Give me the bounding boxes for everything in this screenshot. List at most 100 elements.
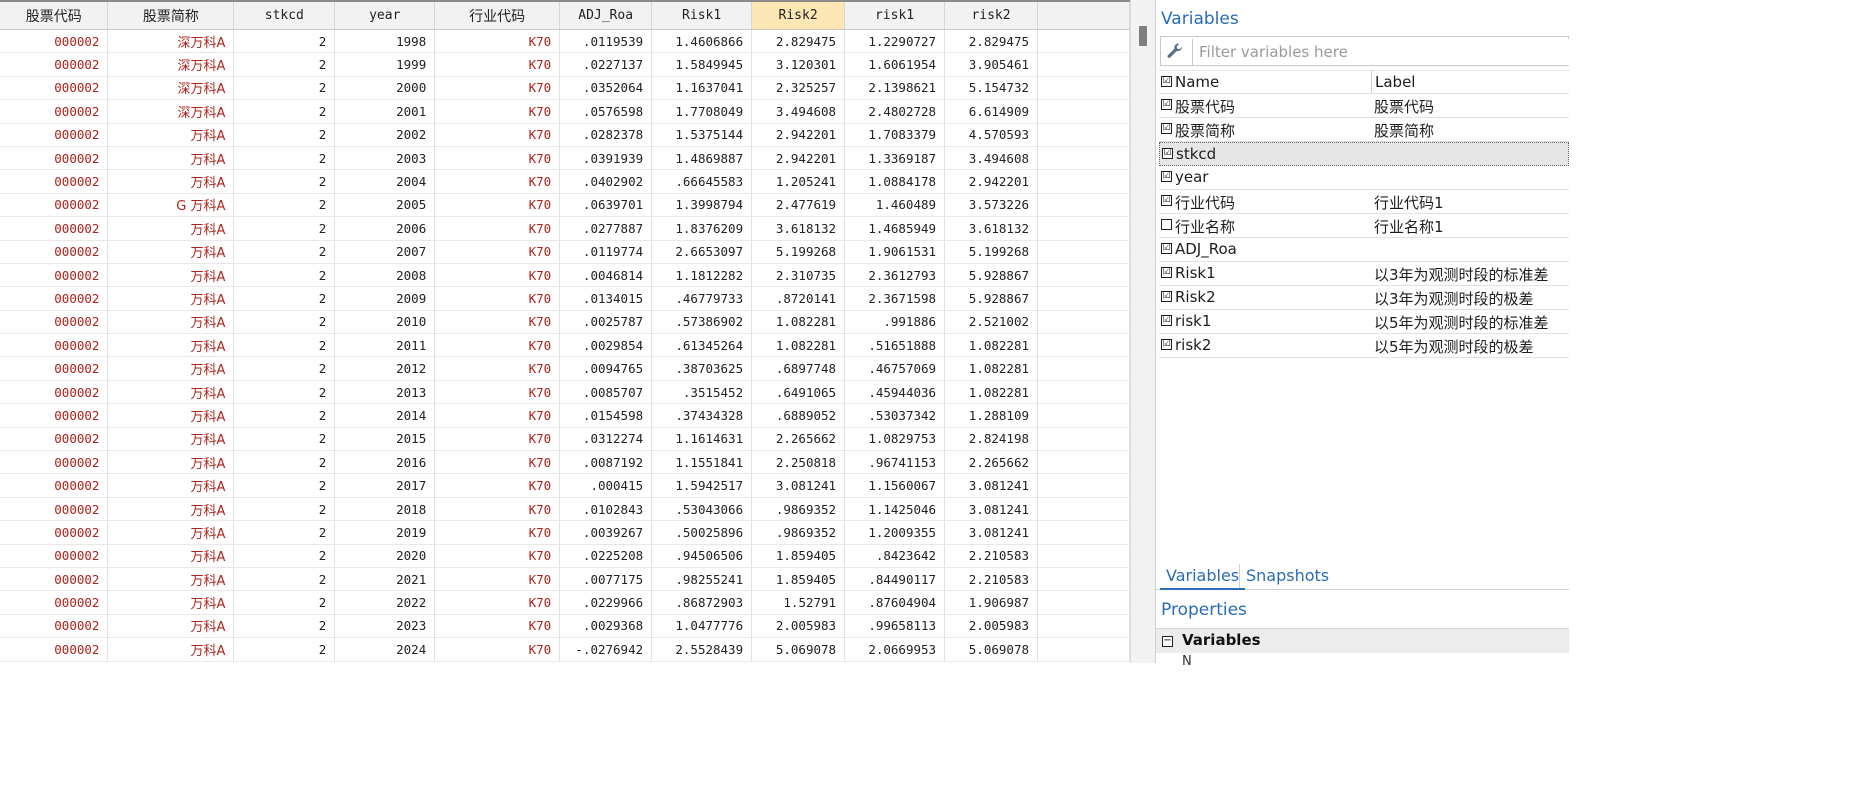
table-cell[interactable]: K70 bbox=[434, 637, 561, 662]
table-cell[interactable]: 2 bbox=[233, 614, 336, 639]
table-cell[interactable]: 5.199268 bbox=[751, 240, 846, 264]
table-cell[interactable]: 2.005983 bbox=[944, 614, 1039, 639]
table-cell[interactable]: 2 bbox=[233, 473, 336, 498]
table-cell[interactable]: K70 bbox=[434, 567, 561, 592]
name-column-header[interactable]: Name bbox=[1175, 73, 1219, 91]
table-cell[interactable]: K70 bbox=[434, 497, 561, 522]
table-cell[interactable]: 2023 bbox=[334, 614, 436, 639]
table-cell[interactable]: 2 bbox=[233, 544, 336, 568]
table-cell[interactable]: .0639701 bbox=[559, 193, 653, 218]
table-cell[interactable]: 3.081241 bbox=[944, 497, 1039, 522]
table-row[interactable]: 000002 万科A 2 2006 K70.0277887 1.8376209 3.6181… bbox=[0, 216, 1130, 241]
table-cell[interactable]: .61345264 bbox=[651, 333, 753, 358]
table-cell[interactable]: 000002 bbox=[0, 310, 109, 335]
variable-row[interactable]: ☑ 股票代码 股票代码 bbox=[1159, 94, 1569, 118]
table-cell[interactable]: 万科A bbox=[107, 380, 235, 405]
table-cell[interactable]: 000002 bbox=[0, 193, 109, 218]
table-cell[interactable]: 2.829475 bbox=[751, 29, 846, 54]
table-cell[interactable]: 1.6061954 bbox=[844, 52, 946, 77]
table-cell[interactable]: 1.288109 bbox=[944, 403, 1039, 428]
table-cell[interactable]: .3515452 bbox=[651, 380, 753, 405]
table-cell[interactable]: 2 bbox=[233, 356, 336, 381]
table-cell[interactable]: 2 bbox=[233, 123, 336, 147]
table-cell[interactable]: 深万科A bbox=[107, 52, 235, 77]
table-row[interactable]: 000002 万科A 2 2023 K70.0029368 1.0477776 2.0059… bbox=[0, 614, 1130, 639]
table-cell[interactable]: K70 bbox=[434, 146, 561, 171]
table-cell[interactable]: 000002 bbox=[0, 29, 109, 54]
table-cell[interactable]: 1.2290727 bbox=[844, 29, 946, 54]
table-cell[interactable]: 000002 bbox=[0, 637, 109, 662]
table-row[interactable]: 000002 万科A 2 2021 K70.0077175.98255241 1.8594… bbox=[0, 567, 1130, 592]
table-cell[interactable]: 万科A bbox=[107, 286, 235, 311]
table-row[interactable]: 000002 深万科A 2 1998 K70.0119539 1.4606866 2.829… bbox=[0, 29, 1130, 54]
table-cell[interactable]: 1.7083379 bbox=[844, 123, 946, 147]
table-cell[interactable]: 2.4802728 bbox=[844, 99, 946, 124]
table-cell[interactable]: 2 bbox=[233, 310, 336, 335]
table-row[interactable]: 000002 万科A 2 2004 K70.0402902.66645583 1.2052… bbox=[0, 169, 1130, 194]
table-cell[interactable]: 2 bbox=[233, 76, 336, 101]
table-cell[interactable]: 1.082281 bbox=[944, 356, 1039, 381]
table-cell[interactable]: .6889052 bbox=[751, 403, 846, 428]
table-cell[interactable]: K70 bbox=[434, 216, 561, 241]
column-header-8[interactable]: Risk2 bbox=[751, 0, 846, 30]
table-cell[interactable]: K70 bbox=[434, 473, 561, 498]
table-cell[interactable]: 2016 bbox=[334, 450, 436, 475]
table-cell[interactable]: .0077175 bbox=[559, 567, 653, 592]
table-cell[interactable]: 万科A bbox=[107, 497, 235, 522]
table-cell[interactable]: 2019 bbox=[334, 520, 436, 545]
table-cell[interactable]: .50025896 bbox=[651, 520, 753, 545]
table-row[interactable]: 000002 万科A 2 2011 K70.0029854.61345264 1.0822… bbox=[0, 333, 1130, 358]
variable-row[interactable]: ☑ Risk2 以3年为观测时段的极差 bbox=[1159, 286, 1569, 310]
table-cell[interactable]: 000002 bbox=[0, 76, 109, 101]
table-cell[interactable]: .0119774 bbox=[559, 240, 653, 264]
table-cell[interactable]: 万科A bbox=[107, 123, 235, 147]
table-cell[interactable]: 2.942201 bbox=[751, 123, 846, 147]
table-cell[interactable]: 3.081241 bbox=[751, 473, 846, 498]
column-header-1[interactable]: 股票代码 bbox=[0, 0, 109, 30]
table-cell[interactable]: 1.3369187 bbox=[844, 146, 946, 171]
table-cell[interactable]: 1.1812282 bbox=[651, 263, 753, 288]
table-cell[interactable]: .46757069 bbox=[844, 356, 946, 381]
table-cell[interactable]: 1.205241 bbox=[751, 169, 846, 194]
table-cell[interactable]: .96741153 bbox=[844, 450, 946, 475]
table-cell[interactable]: 5.199268 bbox=[944, 240, 1039, 264]
table-row[interactable]: 000002 万科A 2 2007 K70.0119774 2.6653097 5.1992… bbox=[0, 240, 1130, 264]
table-cell[interactable]: 2.942201 bbox=[751, 146, 846, 171]
table-cell[interactable]: 2009 bbox=[334, 286, 436, 311]
table-cell[interactable]: 2018 bbox=[334, 497, 436, 522]
table-cell[interactable]: 000002 bbox=[0, 52, 109, 77]
table-cell[interactable]: 2.942201 bbox=[944, 169, 1039, 194]
table-cell[interactable]: 1.5375144 bbox=[651, 123, 753, 147]
variable-checkbox[interactable]: ☑ bbox=[1161, 291, 1172, 302]
table-row[interactable]: 000002 万科A 2 2002 K70.0282378 1.5375144 2.9422… bbox=[0, 123, 1130, 147]
table-cell[interactable]: 000002 bbox=[0, 473, 109, 498]
table-cell[interactable]: .51651888 bbox=[844, 333, 946, 358]
table-cell[interactable]: .37434328 bbox=[651, 403, 753, 428]
table-cell[interactable]: 2005 bbox=[334, 193, 436, 218]
table-cell[interactable]: 2011 bbox=[334, 333, 436, 358]
table-cell[interactable]: 000002 bbox=[0, 146, 109, 171]
table-cell[interactable]: 2 bbox=[233, 497, 336, 522]
table-cell[interactable]: 1.859405 bbox=[751, 567, 846, 592]
table-cell[interactable]: .8423642 bbox=[844, 544, 946, 568]
table-cell[interactable]: 000002 bbox=[0, 380, 109, 405]
table-cell[interactable]: 万科A bbox=[107, 146, 235, 171]
table-cell[interactable]: K70 bbox=[434, 286, 561, 311]
variable-row[interactable]: ☑ risk2 以5年为观测时段的极差 bbox=[1159, 334, 1569, 358]
table-cell[interactable]: 2.1398621 bbox=[844, 76, 946, 101]
table-cell[interactable]: 1.52791 bbox=[751, 590, 846, 615]
table-row[interactable]: 000002 万科A 2 2015 K70.0312274 1.1614631 2.2656… bbox=[0, 427, 1130, 452]
table-cell[interactable]: 万科A bbox=[107, 520, 235, 545]
table-cell[interactable]: 3.618132 bbox=[751, 216, 846, 241]
table-cell[interactable]: 1.5942517 bbox=[651, 473, 753, 498]
table-cell[interactable]: .84490117 bbox=[844, 567, 946, 592]
table-cell[interactable]: .0225208 bbox=[559, 544, 653, 568]
table-cell[interactable]: .0352064 bbox=[559, 76, 653, 101]
table-cell[interactable]: 3.081241 bbox=[944, 520, 1039, 545]
variable-row[interactable]: ☑ stkcd bbox=[1159, 142, 1569, 166]
table-cell[interactable]: K70 bbox=[434, 380, 561, 405]
table-cell[interactable]: 2000 bbox=[334, 76, 436, 101]
table-cell[interactable]: 5.154732 bbox=[944, 76, 1039, 101]
table-cell[interactable]: 万科A bbox=[107, 590, 235, 615]
table-cell[interactable]: 2015 bbox=[334, 427, 436, 452]
